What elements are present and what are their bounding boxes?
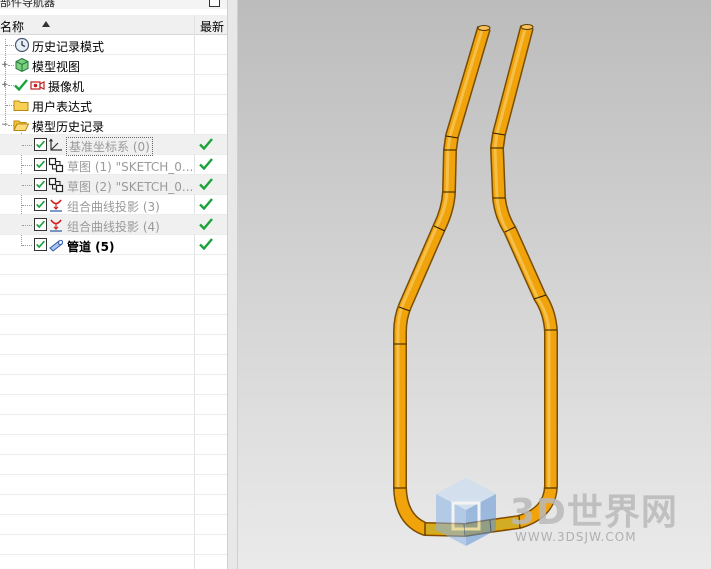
checkbox-check-icon bbox=[36, 160, 45, 169]
tree-row-label: 草图 (1) "SKETCH_0... bbox=[67, 160, 194, 174]
column-header-name[interactable]: 名称 bbox=[0, 18, 24, 35]
up-to-date-check-icon bbox=[199, 178, 213, 191]
sketch-icon bbox=[48, 177, 64, 193]
tree-row-user-expressions[interactable]: 用户表达式 bbox=[0, 95, 227, 115]
restore-icon[interactable] bbox=[209, 0, 220, 7]
tree-line bbox=[22, 185, 32, 186]
checkbox-check-icon bbox=[36, 220, 45, 229]
watermark-text: 3D世界网 bbox=[510, 492, 678, 533]
tree-row-tube[interactable]: 管道 (5) bbox=[0, 235, 227, 255]
combined-projection-icon bbox=[50, 199, 62, 212]
checkbox-check-icon bbox=[36, 240, 45, 249]
tree-row-label: 基准坐标系 (0) bbox=[66, 137, 153, 156]
tree-row-combined-projection-3[interactable]: 组合曲线投影 (3) bbox=[0, 195, 227, 215]
tree-row-combined-projection-4[interactable]: 组合曲线投影 (4) bbox=[0, 215, 227, 235]
up-to-date-check-icon bbox=[199, 198, 213, 211]
checkmark-icon bbox=[14, 79, 28, 92]
up-to-date-check-icon bbox=[199, 138, 213, 151]
panel-splitter[interactable] bbox=[227, 0, 238, 569]
column-header-latest[interactable]: 最新 bbox=[200, 18, 224, 35]
tree-row-history-mode[interactable]: 历史记录模式 bbox=[0, 35, 227, 55]
tree-row-label: 模型视图 bbox=[32, 60, 81, 74]
model-views-icon bbox=[15, 57, 29, 73]
tree-row-camera[interactable]: + 摄像机 bbox=[0, 75, 227, 95]
empty-row bbox=[0, 275, 227, 295]
empty-row bbox=[0, 395, 227, 415]
up-to-date-check-icon bbox=[199, 158, 213, 171]
tree-row-label: 用户表达式 bbox=[32, 100, 93, 114]
feature-checkbox[interactable] bbox=[34, 198, 47, 211]
tree-row-label: 模型历史记录 bbox=[32, 120, 105, 134]
tube-segment-seams bbox=[394, 132, 557, 537]
tree-row-label: 历史记录模式 bbox=[32, 40, 105, 54]
clock-icon bbox=[14, 37, 30, 53]
navigator-title: 部件导航器 bbox=[0, 0, 55, 9]
tree-line bbox=[22, 225, 32, 226]
feature-checkbox[interactable] bbox=[34, 178, 47, 191]
navigator-title-bar: 部件导航器 bbox=[0, 0, 227, 9]
tree-line bbox=[22, 165, 32, 166]
tree-row-sketch-1[interactable]: 草图 (1) "SKETCH_0... bbox=[0, 155, 227, 175]
tube-end-right bbox=[520, 24, 534, 30]
tree-row-label: 摄像机 bbox=[48, 80, 85, 94]
collapse-icon[interactable]: − bbox=[1, 121, 9, 130]
sort-ascending-icon[interactable] bbox=[42, 21, 50, 27]
empty-row bbox=[0, 495, 227, 515]
column-header: 名称 最新 bbox=[0, 15, 227, 35]
feature-checkbox[interactable] bbox=[34, 218, 47, 231]
empty-row bbox=[0, 295, 227, 315]
tree-row-model-history[interactable]: − 模型历史记录 bbox=[0, 115, 227, 135]
up-to-date-check-icon bbox=[199, 218, 213, 231]
checkbox-check-icon bbox=[36, 140, 45, 149]
checkbox-check-icon bbox=[36, 180, 45, 189]
tree-line bbox=[22, 245, 32, 246]
empty-row bbox=[0, 375, 227, 395]
feature-checkbox[interactable] bbox=[34, 138, 47, 151]
graphics-viewport[interactable]: 3D世界网 WWW.3DSJW.COM bbox=[238, 0, 711, 569]
tree-row-sketch-2[interactable]: 草图 (2) "SKETCH_0... bbox=[0, 175, 227, 195]
datum-csys-icon bbox=[49, 138, 62, 151]
part-navigator: 部件导航器 名称 最新 历史记录模式 + 模型视图 + 摄像机 用户表达式 − … bbox=[0, 0, 227, 569]
feature-checkbox[interactable] bbox=[34, 238, 47, 251]
tree-row-model-views[interactable]: + 模型视图 bbox=[0, 55, 227, 75]
camera-icon bbox=[30, 81, 45, 90]
expand-icon[interactable]: + bbox=[1, 81, 9, 90]
sketch-icon bbox=[48, 157, 64, 173]
tree-line bbox=[22, 205, 32, 206]
watermark-url: WWW.3DSJW.COM bbox=[515, 530, 637, 544]
tree-line bbox=[22, 145, 32, 146]
empty-row bbox=[0, 415, 227, 435]
feature-checkbox[interactable] bbox=[34, 158, 47, 171]
empty-row bbox=[0, 515, 227, 535]
tree-row-label: 管道 (5) bbox=[67, 240, 115, 254]
checkbox-check-icon bbox=[36, 200, 45, 209]
empty-row bbox=[0, 315, 227, 335]
empty-row bbox=[0, 335, 227, 355]
empty-row bbox=[0, 255, 227, 275]
empty-row bbox=[0, 455, 227, 475]
tree-row-label: 组合曲线投影 (3) bbox=[67, 200, 160, 214]
empty-row bbox=[0, 435, 227, 455]
tube-end-left bbox=[477, 25, 491, 31]
folder-open-icon bbox=[13, 120, 29, 131]
tube-icon bbox=[49, 239, 64, 252]
combined-projection-icon bbox=[50, 219, 62, 232]
tree-line bbox=[6, 45, 14, 46]
empty-row bbox=[0, 475, 227, 495]
empty-row bbox=[0, 535, 227, 555]
expand-icon[interactable]: + bbox=[1, 61, 9, 70]
tree-row-label: 草图 (2) "SKETCH_0... bbox=[67, 180, 194, 194]
folder-icon bbox=[13, 100, 29, 111]
empty-row bbox=[0, 355, 227, 375]
tree-row-label: 组合曲线投影 (4) bbox=[67, 220, 160, 234]
tree-row-datum-csys[interactable]: 基准坐标系 (0) bbox=[0, 135, 227, 156]
up-to-date-check-icon bbox=[199, 238, 213, 251]
